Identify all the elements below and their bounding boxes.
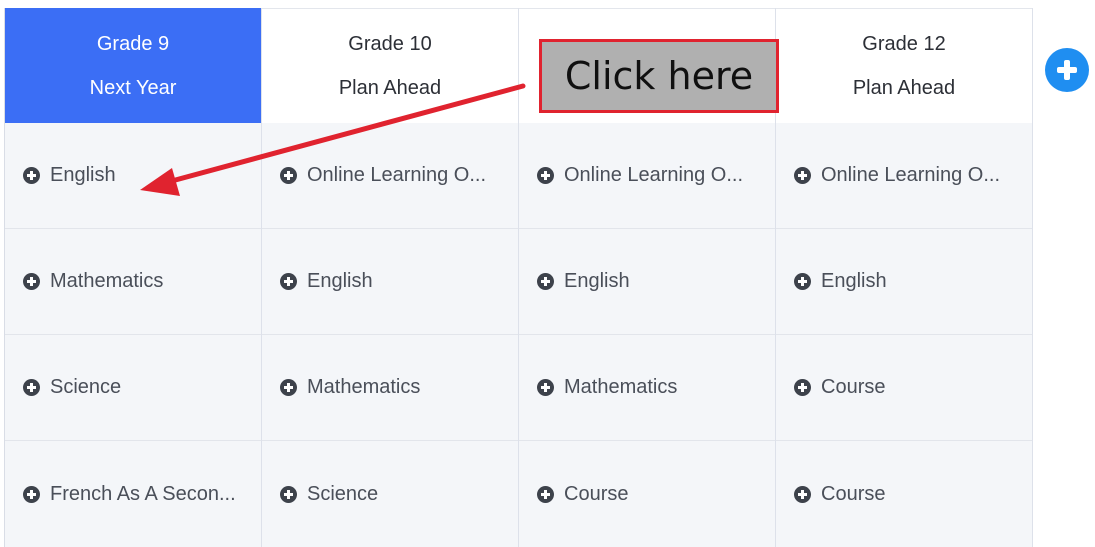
course-slot[interactable]: Mathematics bbox=[519, 335, 775, 442]
plus-circle-icon bbox=[280, 485, 297, 503]
course-slot[interactable]: Online Learning O... bbox=[776, 123, 1032, 230]
plus-circle-icon bbox=[794, 167, 811, 185]
course-label: Mathematics bbox=[50, 270, 164, 293]
plus-circle-icon bbox=[23, 379, 40, 397]
course-label: English bbox=[821, 270, 887, 293]
grade-column-4: Grade 12 Plan Ahead Online Learning O...… bbox=[776, 8, 1033, 547]
plus-circle-icon bbox=[280, 167, 297, 185]
plus-circle-icon bbox=[794, 379, 811, 397]
plus-circle-icon bbox=[280, 379, 297, 397]
grade-header-4[interactable]: Grade 12 Plan Ahead bbox=[776, 8, 1032, 124]
plus-circle-icon bbox=[794, 273, 811, 291]
course-label: English bbox=[50, 164, 116, 187]
grade-header-2[interactable]: Grade 10 Plan Ahead bbox=[262, 8, 518, 124]
course-slot[interactable]: Online Learning O... bbox=[262, 123, 518, 230]
plus-circle-icon bbox=[794, 485, 811, 503]
grade-title: Grade 9 bbox=[96, 33, 170, 56]
course-label: Online Learning O... bbox=[564, 164, 743, 187]
course-slot[interactable]: English bbox=[5, 123, 261, 230]
grade-column-1: Grade 9 Next Year English Mathematics Sc… bbox=[5, 8, 262, 547]
course-slot[interactable]: English bbox=[519, 229, 775, 336]
course-label: Online Learning O... bbox=[307, 164, 486, 187]
course-label: English bbox=[564, 270, 630, 293]
course-label: French As A Secon... bbox=[50, 482, 236, 505]
plus-circle-icon bbox=[23, 273, 40, 291]
course-slot[interactable]: Mathematics bbox=[262, 335, 518, 442]
course-slot[interactable]: English bbox=[776, 229, 1032, 336]
plus-circle-icon bbox=[537, 379, 554, 397]
add-year-button[interactable] bbox=[1045, 48, 1089, 92]
course-slot[interactable]: Course bbox=[519, 441, 775, 547]
course-label: Science bbox=[307, 482, 379, 505]
course-planner-grid: Grade 9 Next Year English Mathematics Sc… bbox=[4, 8, 1033, 547]
course-label: Course bbox=[821, 376, 886, 399]
course-slot[interactable]: French As A Secon... bbox=[5, 441, 261, 547]
grade-title: Grade 12 bbox=[862, 33, 946, 56]
course-label: Course bbox=[821, 482, 886, 505]
course-label: Science bbox=[50, 376, 122, 399]
course-slot[interactable]: Course bbox=[776, 441, 1032, 547]
course-label: Mathematics bbox=[307, 376, 421, 399]
course-slot[interactable]: Course bbox=[776, 335, 1032, 442]
course-slot[interactable]: Mathematics bbox=[5, 229, 261, 336]
grade-subtitle: Plan Ahead bbox=[852, 77, 956, 100]
course-label: English bbox=[307, 270, 373, 293]
course-slot[interactable]: Science bbox=[262, 441, 518, 547]
plus-circle-icon bbox=[23, 485, 40, 503]
grade-header-1[interactable]: Grade 9 Next Year bbox=[5, 8, 261, 124]
course-label: Online Learning O... bbox=[821, 164, 1000, 187]
course-label: Mathematics bbox=[564, 376, 678, 399]
course-slot[interactable]: Online Learning O... bbox=[519, 123, 775, 230]
course-slot[interactable]: English bbox=[262, 229, 518, 336]
click-here-callout: Click here bbox=[539, 39, 779, 113]
plus-circle-icon bbox=[537, 273, 554, 291]
course-label: Course bbox=[564, 482, 629, 505]
grade-column-2: Grade 10 Plan Ahead Online Learning O...… bbox=[262, 8, 519, 547]
plus-circle-icon bbox=[23, 167, 40, 185]
plus-circle-icon bbox=[537, 167, 554, 185]
plus-circle-icon bbox=[537, 485, 554, 503]
grade-title: Grade 10 bbox=[348, 33, 432, 56]
plus-circle-icon bbox=[280, 273, 297, 291]
grade-subtitle: Next Year bbox=[89, 77, 177, 100]
course-slot[interactable]: Science bbox=[5, 335, 261, 442]
grade-subtitle: Plan Ahead bbox=[338, 77, 442, 100]
